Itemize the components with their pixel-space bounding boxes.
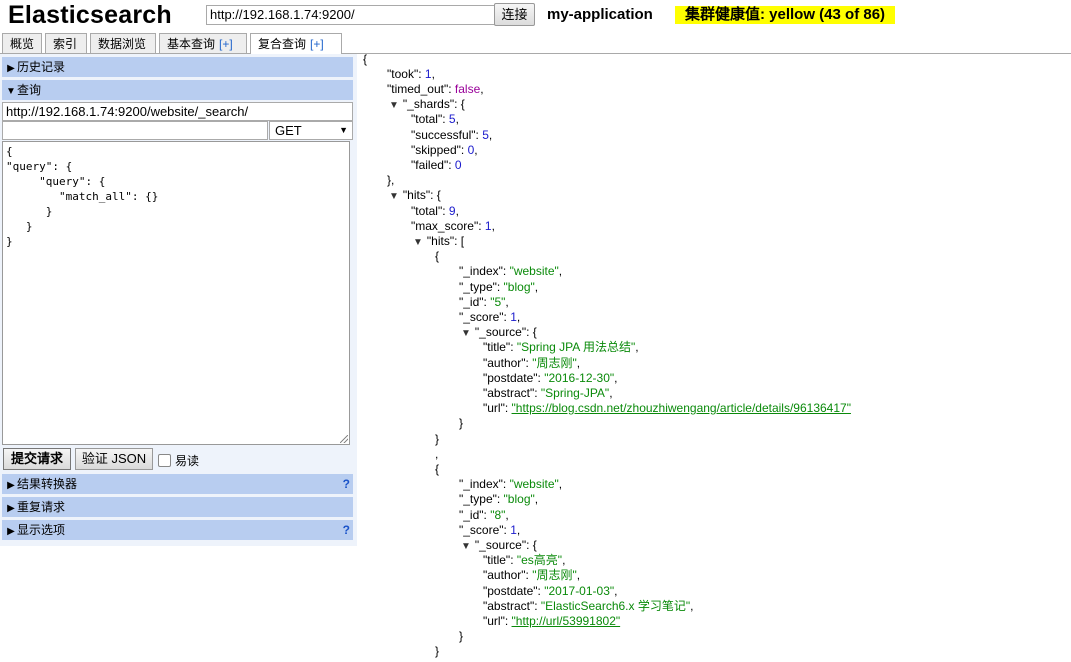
validate-json-button[interactable]: 验证 JSON <box>75 448 153 470</box>
json-line-index: "_index": "website", <box>459 477 563 491</box>
json-line-source: ▼ "_source": { <box>461 325 537 339</box>
tab-label: 概览 <box>10 37 35 51</box>
json-line-abstract: "abstract": "ElasticSearch6.x 学习笔记", <box>483 599 694 613</box>
query-panel: ▶ 历史记录 ▼查询 http://192.168.1.74:9200/websi… <box>0 54 357 546</box>
json-brace: } <box>435 432 440 446</box>
json-comma: , <box>435 447 439 461</box>
app-logo: Elasticsearch <box>8 1 172 29</box>
section-label: 重复请求 <box>17 500 66 514</box>
json-brace: } <box>459 416 464 430</box>
json-line-max-score: "max_score": 1, <box>411 219 495 233</box>
json-line-shards-skipped: "skipped": 0, <box>411 143 478 157</box>
json-line-type: "_type": "blog", <box>459 492 539 506</box>
json-line-url: "url": "https://blog.csdn.net/zhouzhiwen… <box>483 401 851 415</box>
pretty-checkbox[interactable]: 易读 <box>158 452 199 469</box>
json-line-source: ▼ "_source": { <box>461 538 537 552</box>
cluster-name: my-application <box>547 6 653 23</box>
expand-arrow-icon: ▶ <box>7 480 15 491</box>
json-line-score: "_score": 1, <box>459 310 521 324</box>
connect-button[interactable]: 连接 <box>494 3 535 26</box>
json-collapse-toggle-icon[interactable]: ▼ <box>461 328 471 339</box>
transformer-section-header[interactable]: ▶ 结果转换器 ? <box>2 474 353 494</box>
json-line-shards-failed: "failed": 0 <box>411 158 462 172</box>
method-select[interactable]: GET ▼ <box>269 121 353 140</box>
cluster-health-badge: 集群健康值: yellow (43 of 86) <box>675 6 896 24</box>
request-body-editor[interactable]: { "query": { "query": { "match_all": {} … <box>2 141 350 445</box>
json-collapse-toggle-icon[interactable]: ▼ <box>413 237 423 248</box>
url-link[interactable]: "http://url/53991802" <box>512 614 621 628</box>
json-collapse-toggle-icon[interactable]: ▼ <box>389 191 399 202</box>
json-line-postdate: "postdate": "2016-12-30", <box>483 371 618 385</box>
request-body-text: { "query": { "query": { "match_all": {} … <box>6 145 159 248</box>
json-line-shards-total: "total": 5, <box>411 112 459 126</box>
help-icon[interactable]: ? <box>343 520 350 540</box>
json-line-url: "url": "http://url/53991802" <box>483 614 621 628</box>
checkbox-label: 易读 <box>175 454 200 468</box>
json-line-hits-array: ▼ "hits": [ <box>413 234 465 248</box>
json-line-id: "_id": "5", <box>459 295 509 309</box>
tab-add-button[interactable]: [+] <box>219 37 233 51</box>
url-link[interactable]: "https://blog.csdn.net/zhouzhiwengang/ar… <box>512 401 851 415</box>
cluster-url-input[interactable] <box>206 5 496 25</box>
section-label: 历史记录 <box>17 60 66 74</box>
json-line-took: "took": 1, <box>387 67 435 81</box>
json-brace: } <box>459 629 464 643</box>
expand-arrow-icon: ▶ <box>7 503 15 514</box>
tab-label: 复合查询 <box>258 37 307 51</box>
json-line-score: "_score": 1, <box>459 523 521 537</box>
json-brace: { <box>363 52 368 66</box>
json-brace: { <box>435 249 440 263</box>
json-result-viewer: { "took": 1, "timed_out": false, ▼ "_shar… <box>361 52 1067 662</box>
json-line-postdate: "postdate": "2017-01-03", <box>483 584 618 598</box>
json-line-author: "author": "周志刚", <box>483 356 581 370</box>
json-line-author: "author": "周志刚", <box>483 568 581 582</box>
json-collapse-toggle-icon[interactable]: ▼ <box>389 100 399 111</box>
tab-add-button[interactable]: [+] <box>310 37 324 51</box>
tab-compound-query[interactable]: 复合查询 [+] <box>250 33 342 54</box>
json-line-shards: ▼ "_shards": { <box>389 97 465 111</box>
tab-browser[interactable]: 数据浏览 <box>90 33 156 53</box>
query-section-header[interactable]: ▼查询 <box>2 80 353 100</box>
json-brace: }, <box>387 173 395 187</box>
method-value: GET <box>275 123 302 138</box>
checkbox-box[interactable] <box>158 454 171 467</box>
json-line-abstract: "abstract": "Spring-JPA", <box>483 386 613 400</box>
header: Elasticsearch 连接 my-application 集群健康值: y… <box>0 0 1071 31</box>
tab-indices[interactable]: 索引 <box>45 33 87 53</box>
json-line-type: "_type": "blog", <box>459 280 539 294</box>
resize-handle-icon[interactable] <box>340 435 348 443</box>
json-line-index: "_index": "website", <box>459 264 563 278</box>
help-icon[interactable]: ? <box>343 474 350 494</box>
tab-overview[interactable]: 概览 <box>2 33 42 53</box>
tab-label: 索引 <box>53 37 78 51</box>
json-line-title: "title": "es高亮", <box>483 553 566 567</box>
expand-arrow-icon: ▶ <box>7 63 15 74</box>
expand-arrow-icon: ▶ <box>7 526 15 537</box>
tab-label: 基本查询 <box>167 37 216 51</box>
section-label: 显示选项 <box>17 523 66 537</box>
section-label: 结果转换器 <box>17 477 78 491</box>
json-line-hits-total: "total": 9, <box>411 204 459 218</box>
display-options-section-header[interactable]: ▶ 显示选项 ? <box>2 520 353 540</box>
tab-bar: 概览 索引 数据浏览 基本查询 [+] 复合查询 [+] <box>0 31 1071 54</box>
section-label: 查询 <box>17 83 42 97</box>
json-line-hits: ▼ "hits": { <box>389 188 441 202</box>
tab-basic-query[interactable]: 基本查询 [+] <box>159 33 247 53</box>
history-section-header[interactable]: ▶ 历史记录 <box>2 57 353 77</box>
submit-request-button[interactable]: 提交请求 <box>3 448 71 470</box>
repeat-section-header[interactable]: ▶ 重复请求 <box>2 497 353 517</box>
json-brace: } <box>435 644 440 658</box>
json-line-title: "title": "Spring JPA 用法总结", <box>483 340 639 354</box>
json-line-shards-successful: "successful": 5, <box>411 128 493 142</box>
json-collapse-toggle-icon[interactable]: ▼ <box>461 541 471 552</box>
json-brace: { <box>435 462 440 476</box>
json-line-timed-out: "timed_out": false, <box>387 82 484 96</box>
json-line-id: "_id": "8", <box>459 508 509 522</box>
tab-label: 数据浏览 <box>98 37 147 51</box>
query-url-input[interactable]: http://192.168.1.74:9200/website/_search… <box>2 102 353 121</box>
dropdown-caret-icon: ▼ <box>339 125 348 135</box>
query-path-input[interactable] <box>2 121 268 140</box>
collapse-arrow-icon: ▼ <box>6 86 16 97</box>
